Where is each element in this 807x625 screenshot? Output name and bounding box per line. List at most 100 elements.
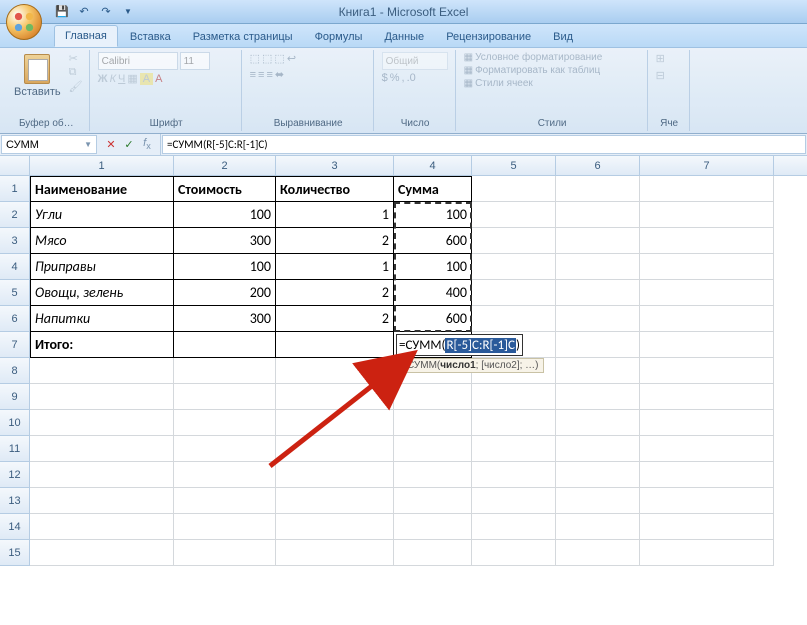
row-header-1[interactable]: 1 [0, 176, 30, 202]
cell[interactable]: Стоимость [174, 176, 276, 202]
cell[interactable] [640, 436, 774, 462]
cut-icon[interactable]: ✂ [69, 52, 83, 65]
cell[interactable]: Мясо [30, 228, 174, 254]
cell[interactable]: Количество [276, 176, 394, 202]
cell[interactable] [394, 514, 472, 540]
tab-view[interactable]: Вид [543, 27, 583, 47]
cell[interactable] [556, 254, 640, 280]
cell[interactable]: Итого: [30, 332, 174, 358]
row-header-4[interactable]: 4 [0, 254, 30, 280]
align-top-icon[interactable]: ⬚ [250, 52, 260, 65]
tab-formulas[interactable]: Формулы [305, 27, 373, 47]
cell[interactable] [276, 384, 394, 410]
cell[interactable] [556, 514, 640, 540]
cell[interactable] [472, 306, 556, 332]
cell[interactable] [640, 514, 774, 540]
currency-icon[interactable]: $ [382, 72, 388, 84]
bold-button[interactable]: Ж [98, 73, 108, 85]
cell[interactable]: 600 [394, 306, 472, 332]
cell[interactable]: 300 [174, 306, 276, 332]
cell[interactable] [472, 280, 556, 306]
cell[interactable] [640, 306, 774, 332]
tab-insert[interactable]: Вставка [120, 27, 181, 47]
cell[interactable] [472, 410, 556, 436]
underline-button[interactable]: Ч [118, 73, 125, 85]
cell[interactable] [174, 488, 276, 514]
cell[interactable] [640, 176, 774, 202]
cell[interactable] [276, 436, 394, 462]
row-header-12[interactable]: 12 [0, 462, 30, 488]
cell[interactable] [640, 410, 774, 436]
col-header-6[interactable]: 6 [556, 156, 640, 175]
cell[interactable] [276, 488, 394, 514]
cell[interactable] [394, 488, 472, 514]
cell[interactable] [174, 384, 276, 410]
insert-cells-icon[interactable]: ⊞ [656, 52, 665, 65]
cancel-icon[interactable]: ✕ [104, 138, 118, 151]
cell[interactable] [394, 540, 472, 566]
cell[interactable] [30, 436, 174, 462]
cell[interactable]: 1 [276, 254, 394, 280]
cell-styles-button[interactable]: ▦Стили ячеек [464, 78, 533, 89]
copy-icon[interactable]: ⧉ [69, 66, 83, 79]
cell[interactable]: 600 [394, 228, 472, 254]
col-header-1[interactable]: 1 [30, 156, 174, 175]
conditional-formatting-button[interactable]: ▦Условное форматирование [464, 52, 603, 63]
cell[interactable] [174, 436, 276, 462]
col-header-4[interactable]: 4 [394, 156, 472, 175]
qat-dropdown-icon[interactable]: ▼ [120, 4, 136, 20]
cell[interactable] [276, 332, 394, 358]
row-header-3[interactable]: 3 [0, 228, 30, 254]
select-all-corner[interactable] [0, 156, 30, 175]
cell[interactable]: Сумма [394, 176, 472, 202]
row-header-9[interactable]: 9 [0, 384, 30, 410]
row-header-13[interactable]: 13 [0, 488, 30, 514]
font-size-select[interactable]: 11 [180, 52, 210, 70]
cell[interactable] [556, 176, 640, 202]
enter-icon[interactable]: ✓ [122, 138, 136, 151]
row-header-11[interactable]: 11 [0, 436, 30, 462]
row-header-15[interactable]: 15 [0, 540, 30, 566]
cell[interactable] [640, 540, 774, 566]
cell[interactable] [30, 540, 174, 566]
cell[interactable] [276, 514, 394, 540]
cell[interactable] [174, 410, 276, 436]
cell[interactable] [472, 514, 556, 540]
cell[interactable]: 100 [174, 202, 276, 228]
cell[interactable] [472, 176, 556, 202]
number-format-select[interactable]: Общий [382, 52, 448, 70]
cell[interactable] [640, 384, 774, 410]
worksheet-grid[interactable]: 1 2 3 4 5 6 7 1 Наименование Стоимость К… [0, 156, 807, 566]
row-header-14[interactable]: 14 [0, 514, 30, 540]
percent-icon[interactable]: % [390, 72, 400, 84]
cell[interactable] [556, 540, 640, 566]
name-box-dropdown-icon[interactable]: ▼ [84, 140, 92, 149]
cell[interactable] [556, 436, 640, 462]
cell[interactable] [640, 228, 774, 254]
cell[interactable] [556, 358, 640, 384]
italic-button[interactable]: К [110, 73, 116, 85]
cell[interactable] [640, 254, 774, 280]
undo-icon[interactable]: ↶ [76, 4, 92, 20]
row-header-5[interactable]: 5 [0, 280, 30, 306]
format-as-table-button[interactable]: ▦Форматировать как таблиц [464, 65, 601, 76]
tab-home[interactable]: Главная [54, 25, 118, 47]
cell[interactable] [30, 358, 174, 384]
cell[interactable] [472, 436, 556, 462]
cell[interactable] [640, 280, 774, 306]
save-icon[interactable]: 💾 [54, 4, 70, 20]
cell[interactable] [556, 462, 640, 488]
cell[interactable] [472, 202, 556, 228]
cell[interactable] [276, 540, 394, 566]
cell[interactable]: Угли [30, 202, 174, 228]
cell[interactable] [556, 410, 640, 436]
cell[interactable] [472, 384, 556, 410]
cell[interactable] [640, 462, 774, 488]
cell[interactable] [394, 384, 472, 410]
cell[interactable] [276, 462, 394, 488]
merge-icon[interactable]: ⬌ [275, 68, 284, 81]
name-box[interactable]: СУММ ▼ [1, 135, 97, 154]
cell[interactable]: 100 [174, 254, 276, 280]
cell[interactable] [472, 228, 556, 254]
cell[interactable]: 100 [394, 202, 472, 228]
